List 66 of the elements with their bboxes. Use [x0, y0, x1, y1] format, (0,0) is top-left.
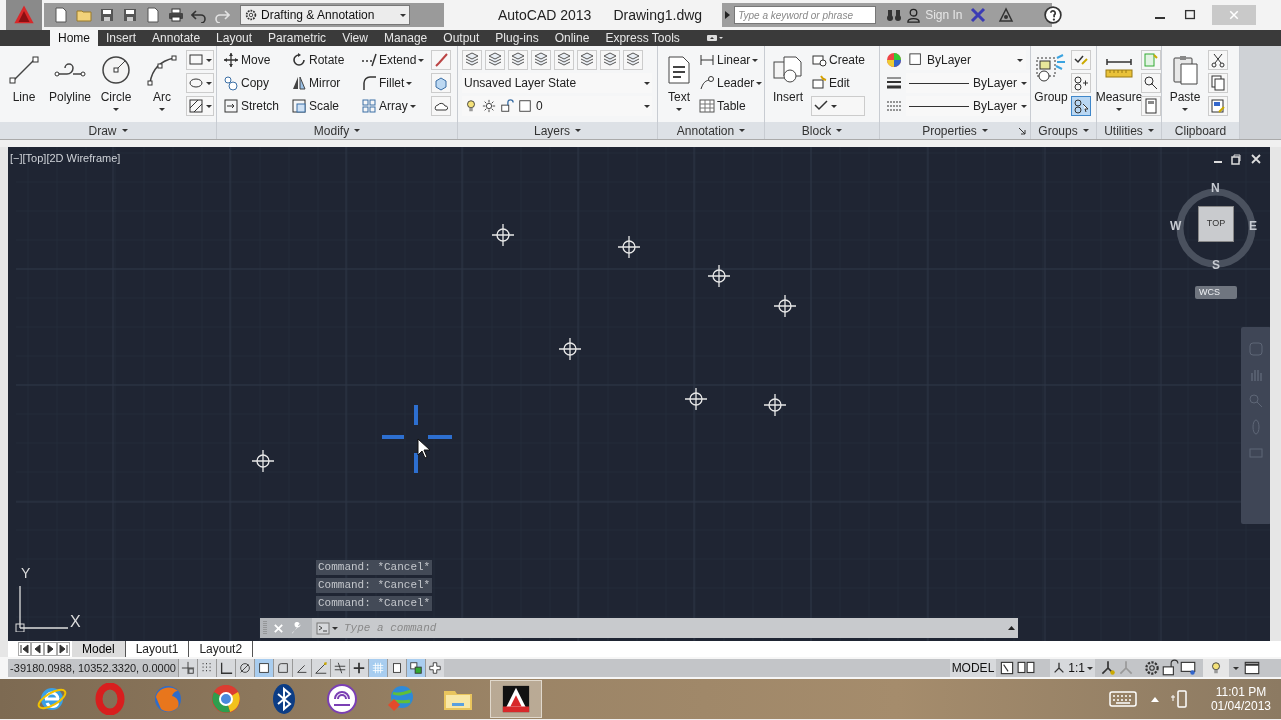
search-field[interactable]: Type a keyword or phrase: [734, 6, 877, 24]
model-space-button[interactable]: MODEL: [949, 659, 997, 677]
tool-button[interactable]: Table: [699, 96, 763, 116]
panel-title-bar[interactable]: Utilities: [1097, 122, 1161, 139]
compass-north[interactable]: N: [1211, 179, 1220, 197]
tool-button[interactable]: Polyline: [48, 50, 92, 122]
coordinates-display: -39180.0988, 10352.3320, 0.0000: [9, 660, 177, 676]
clock-date: 01/04/2013: [1210, 699, 1271, 713]
tool-button[interactable]: Insert: [767, 50, 809, 122]
clock[interactable]: 11:01 PM 01/04/2013: [1210, 685, 1271, 713]
compass-east[interactable]: E: [1249, 217, 1257, 235]
workspace-dropdown[interactable]: Drafting & Annotation: [240, 5, 410, 25]
viewcube-face[interactable]: TOP: [1198, 206, 1234, 242]
ribbon-tab[interactable]: Layout: [208, 30, 261, 46]
ribbon-tab[interactable]: Manage: [375, 30, 436, 46]
tool-button[interactable]: Array: [361, 96, 425, 116]
panel-title-bar[interactable]: Block: [765, 122, 879, 139]
ucs-menu[interactable]: WCS: [1195, 286, 1237, 299]
tool-button[interactable]: Copy: [223, 73, 289, 93]
tool-button[interactable]: Stretch: [223, 96, 289, 116]
tool-button[interactable]: Group: [1031, 50, 1071, 122]
ribbon-tab[interactable]: Plug-ins: [487, 30, 547, 46]
file-name: Drawing1.dwg: [613, 5, 703, 25]
clock-time: 11:01 PM: [1215, 685, 1267, 699]
annotation-scale-button[interactable]: 1:1: [1050, 659, 1095, 677]
tool-button[interactable]: Extend: [361, 50, 425, 70]
tool-button[interactable]: Circle: [94, 50, 138, 122]
tool-button[interactable]: Text: [660, 50, 698, 122]
tool-button[interactable]: Measure: [1097, 50, 1141, 122]
compass-west[interactable]: W: [1170, 217, 1182, 235]
y-axis-label: Y: [21, 564, 31, 583]
panel-title-bar[interactable]: Annotation: [658, 122, 764, 139]
panel-title-bar[interactable]: Draw: [0, 122, 216, 139]
viewport-controls-label[interactable]: [−][Top][2D Wireframe]: [10, 150, 121, 167]
ribbon-tab[interactable]: Parametric: [260, 30, 335, 46]
model-tab[interactable]: Model: [72, 641, 126, 657]
tool-button[interactable]: Rotate: [291, 50, 359, 70]
tool-button[interactable]: Scale: [291, 96, 359, 116]
tool-button[interactable]: Create: [811, 50, 866, 70]
ribbon-tab[interactable]: Insert: [98, 30, 145, 46]
ribbon-tab[interactable]: Express Tools: [597, 30, 688, 46]
compass-south[interactable]: S: [1212, 256, 1220, 274]
tool-button[interactable]: Linear: [699, 50, 763, 70]
ribbon-tab[interactable]: Online: [546, 30, 598, 46]
command-input[interactable]: Type a command: [344, 619, 1008, 637]
panel-title-bar[interactable]: Groups: [1031, 122, 1096, 139]
drawing-canvas[interactable]: [−][Top][2D Wireframe] Y X N W TOP E S WCS Command: *Cancel* Command: *Cancel* Command: *Cancel* Type a command: [0, 147, 1281, 641]
panel-title-bar[interactable]: Layers: [458, 122, 657, 139]
tool-button[interactable]: Fillet: [361, 73, 425, 93]
tool-button[interactable]: Move: [223, 50, 289, 70]
tool-button[interactable]: Mirror: [291, 73, 359, 93]
ribbon-tab[interactable]: View: [334, 30, 376, 46]
property-dropdown[interactable]: ByLayer: [906, 50, 1026, 70]
ribbon-tab[interactable]: Home: [50, 30, 98, 46]
panel-title-bar[interactable]: Properties: [880, 122, 1030, 139]
tool-button[interactable]: Leader: [699, 73, 763, 93]
app-title: AutoCAD 2013: [498, 5, 592, 25]
tool-button[interactable]: Paste: [1162, 50, 1208, 122]
panel-title-bar[interactable]: Clipboard: [1162, 122, 1239, 139]
ribbon-tab[interactable]: Output: [435, 30, 488, 46]
panel-title-bar[interactable]: Modify: [217, 122, 457, 139]
x-axis-label: X: [70, 612, 81, 632]
tool-button[interactable]: Line: [2, 50, 46, 122]
ribbon-tab[interactable]: Annotate: [144, 30, 209, 46]
tool-button[interactable]: Edit: [811, 73, 866, 93]
tool-button[interactable]: Arc: [140, 50, 184, 122]
